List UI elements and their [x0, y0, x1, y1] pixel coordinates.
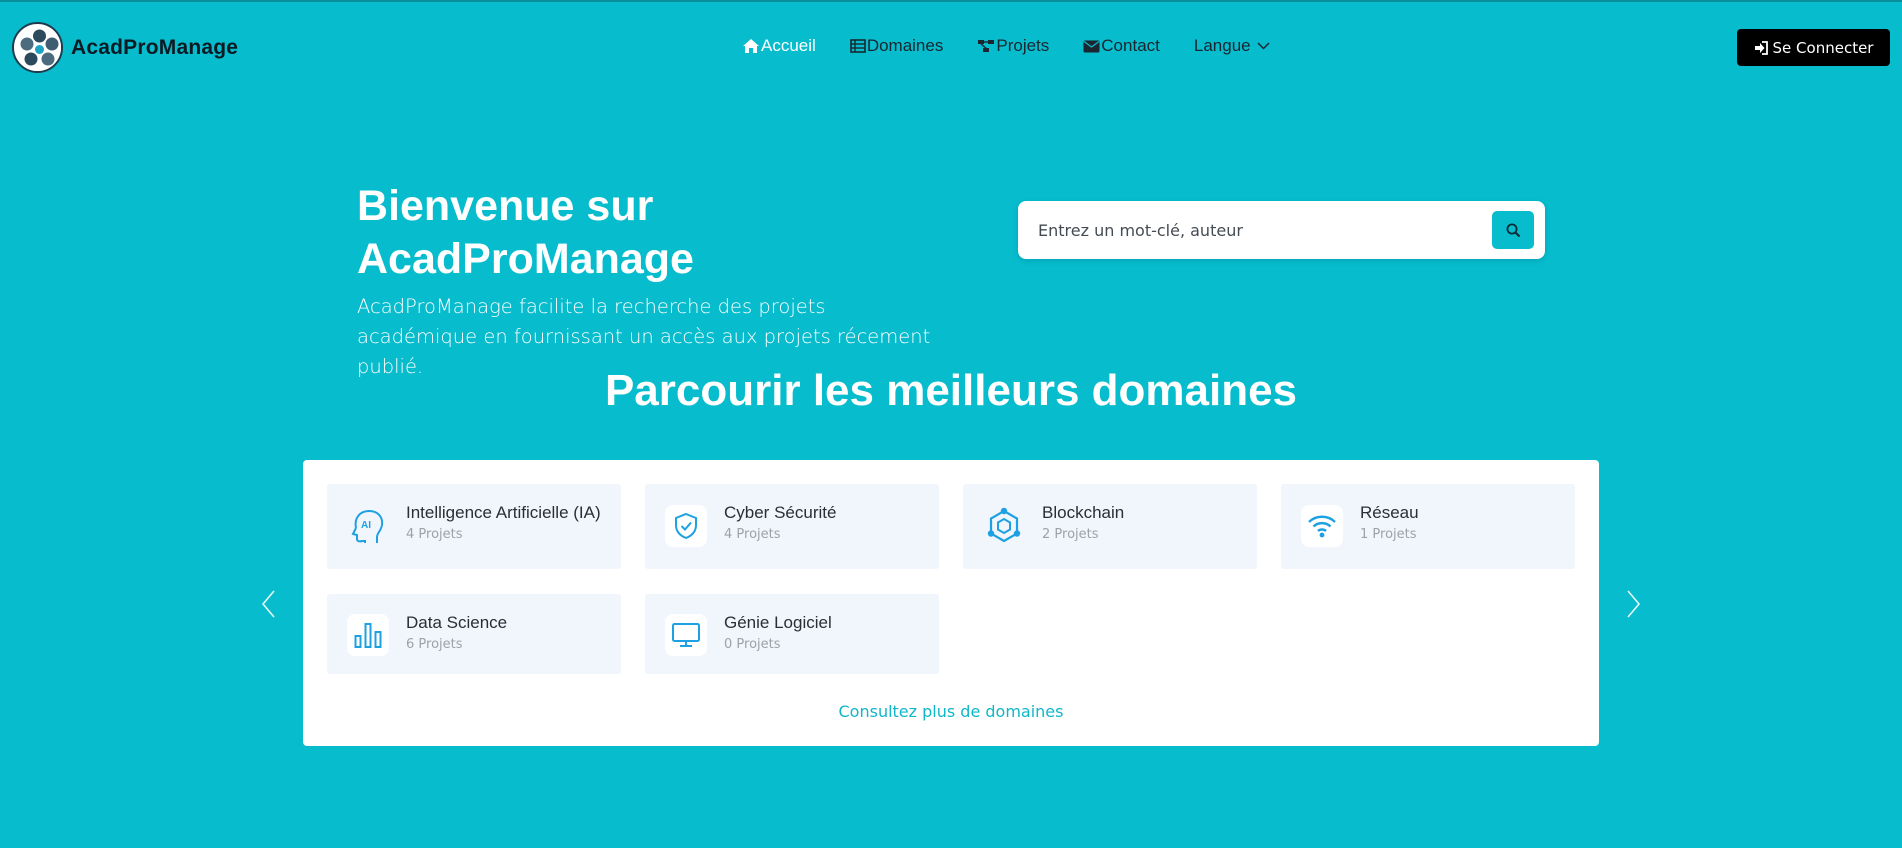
domain-name: Data Science: [406, 613, 508, 632]
bar-chart-icon: [347, 614, 389, 656]
hero-title-line1: Bienvenue sur: [357, 182, 654, 230]
domain-name: Blockchain: [1042, 503, 1125, 522]
navbar: AcadProManage Accueil Domaines Projets C…: [0, 0, 1902, 90]
nav-item-label: Projets: [996, 36, 1050, 55]
domain-name: Génie Logiciel: [724, 613, 832, 632]
nav-item-contact[interactable]: Contact: [1083, 36, 1160, 56]
nav-item-domaines[interactable]: Domaines: [850, 36, 944, 56]
section-title: Parcourir les meilleurs domaines: [604, 366, 1298, 415]
domain-card-blockchain[interactable]: Blockchain 2 Projets: [963, 484, 1257, 569]
wifi-icon: [1301, 505, 1343, 547]
search-bar: [1018, 201, 1545, 259]
domain-card-cyber-securite[interactable]: Cyber Sécurité 4 Projets: [645, 484, 939, 569]
domain-card-data-science[interactable]: Data Science 6 Projets: [327, 594, 621, 674]
domain-name: Cyber Sécurité: [724, 503, 837, 522]
domain-name: Intelligence Artificielle (IA): [406, 503, 601, 522]
domain-count: 2 Projets: [1042, 527, 1099, 542]
domain-count: 6 Projets: [406, 637, 463, 652]
ai-head-icon: AI: [347, 505, 389, 547]
chevron-down-icon: [1257, 42, 1270, 50]
brand-name: AcadProManage: [71, 35, 239, 59]
domain-count: 1 Projets: [1360, 527, 1417, 542]
domain-count: 4 Projets: [724, 527, 781, 542]
search-icon: [1506, 223, 1520, 237]
monitor-icon: [665, 614, 707, 656]
domains-panel: AI Intelligence Artificielle (IA) 4 Proj…: [303, 460, 1599, 746]
brand[interactable]: AcadProManage: [12, 22, 238, 73]
blockchain-icon: [983, 505, 1025, 547]
sign-in-icon: [1754, 40, 1768, 55]
nav-item-label: Accueil: [761, 36, 816, 55]
domain-count: 0 Projets: [724, 637, 781, 652]
logo-icon: [12, 22, 63, 73]
hero-title-line2: AcadProManage: [357, 235, 694, 283]
more-domains-link[interactable]: Consultez plus de domaines: [303, 702, 1599, 721]
domain-card-ia[interactable]: AI Intelligence Artificielle (IA) 4 Proj…: [327, 484, 621, 569]
table-list-icon: [850, 39, 866, 53]
nav-item-projets[interactable]: Projets: [977, 36, 1049, 56]
envelope-icon: [1083, 40, 1100, 52]
home-icon: [743, 39, 759, 53]
svg-text:AI: AI: [361, 520, 371, 531]
shield-check-icon: [665, 505, 707, 547]
chevron-left-icon[interactable]: [259, 588, 279, 620]
login-label: Se Connecter: [1772, 38, 1874, 57]
nav-item-label: Domaines: [866, 36, 944, 55]
hero-title: Bienvenue sur AcadProManage: [357, 180, 877, 286]
main-nav: Accueil Domaines Projets Contact Langue: [742, 36, 1270, 56]
domain-count: 4 Projets: [406, 527, 463, 542]
domain-card-genie-logiciel[interactable]: Génie Logiciel 0 Projets: [645, 594, 939, 674]
search-input[interactable]: [1038, 216, 1478, 244]
chevron-right-icon[interactable]: [1623, 588, 1643, 620]
search-button[interactable]: [1492, 211, 1534, 249]
diagram-icon: [978, 40, 995, 52]
language-dropdown[interactable]: Langue: [1194, 36, 1270, 56]
nav-item-accueil[interactable]: Accueil: [742, 36, 816, 56]
domain-name: Réseau: [1360, 503, 1419, 522]
nav-item-label: Contact: [1101, 36, 1160, 55]
domain-card-reseau[interactable]: Réseau 1 Projets: [1281, 484, 1575, 569]
login-button[interactable]: Se Connecter: [1737, 29, 1890, 66]
language-label: Langue: [1193, 36, 1251, 55]
